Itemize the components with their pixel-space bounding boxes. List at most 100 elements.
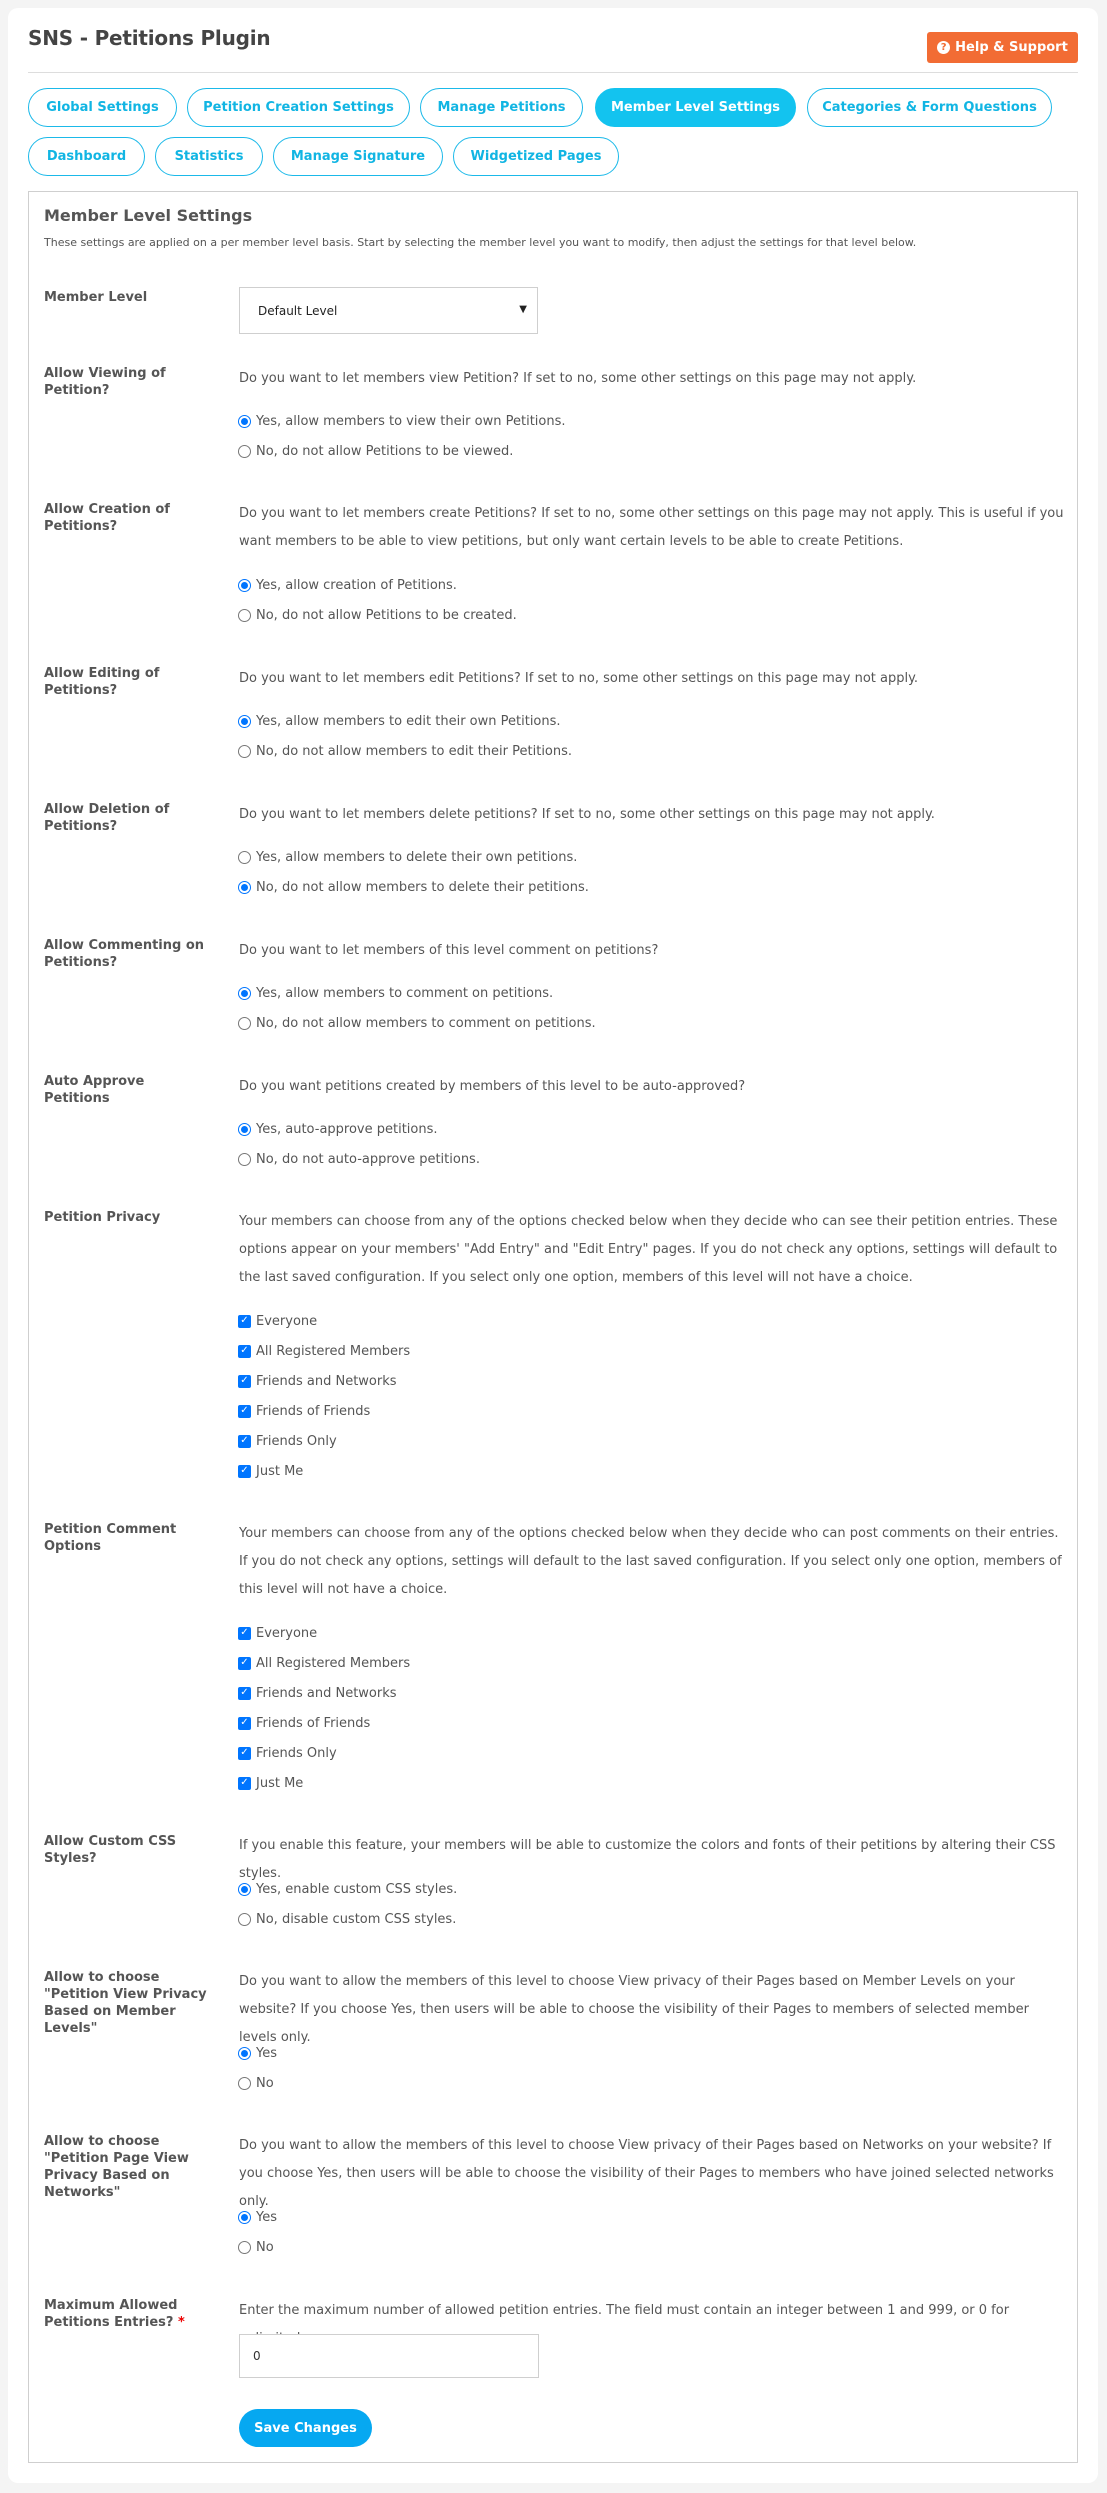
help-support-button[interactable]: ? Help & Support xyxy=(927,32,1078,63)
checkbox-checked-icon[interactable]: ✓ xyxy=(238,1464,251,1478)
radio-icon[interactable] xyxy=(238,1016,251,1030)
creation-description: Do you want to let members create Petiti… xyxy=(239,506,1064,549)
radio-selected-icon[interactable] xyxy=(238,578,251,592)
privacy-check-everyone[interactable]: ✓ Everyone xyxy=(238,1312,317,1330)
checkbox-checked-icon[interactable]: ✓ xyxy=(238,1746,251,1760)
tab-categories-form-questions[interactable]: Categories & Form Questions xyxy=(807,88,1052,127)
radio-selected-icon[interactable] xyxy=(238,2046,251,2060)
radio-selected-icon[interactable] xyxy=(238,880,251,894)
checkbox-checked-icon[interactable]: ✓ xyxy=(238,1626,251,1640)
comment-check-everyone[interactable]: ✓ Everyone xyxy=(238,1624,317,1642)
deletion-option-no[interactable]: No, do not allow members to delete their… xyxy=(238,878,589,896)
checkbox-checked-icon[interactable]: ✓ xyxy=(238,1344,251,1358)
deletion-description: Do you want to let members delete petiti… xyxy=(239,807,935,822)
custom-css-option-yes[interactable]: Yes, enable custom CSS styles. xyxy=(238,1880,457,1898)
option-label: No, do not allow Petitions to be viewed. xyxy=(256,443,514,459)
checkbox-checked-icon[interactable]: ✓ xyxy=(238,1434,251,1448)
member-level-select[interactable]: Default Level ▼ xyxy=(239,287,538,334)
commenting-option-yes[interactable]: Yes, allow members to comment on petitio… xyxy=(238,984,553,1002)
radio-selected-icon[interactable] xyxy=(238,1882,251,1896)
privacy-description: Your members can choose from any of the … xyxy=(239,1214,1058,1285)
viewing-option-no[interactable]: No, do not allow Petitions to be viewed. xyxy=(238,442,513,460)
radio-icon[interactable] xyxy=(238,2076,251,2090)
deletion-option-yes[interactable]: Yes, allow members to delete their own p… xyxy=(238,848,577,866)
question-circle-icon: ? xyxy=(937,41,951,54)
comment-check-friends-networks[interactable]: ✓ Friends and Networks xyxy=(238,1684,397,1702)
checkbox-checked-icon[interactable]: ✓ xyxy=(238,1776,251,1790)
viewing-option-yes[interactable]: Yes, allow members to view their own Pet… xyxy=(238,412,566,430)
tab-manage-petitions[interactable]: Manage Petitions xyxy=(420,88,583,127)
option-label: All Registered Members xyxy=(256,1655,411,1671)
checkbox-checked-icon[interactable]: ✓ xyxy=(238,1716,251,1730)
option-label: Yes, allow members to edit their own Pet… xyxy=(256,713,561,729)
radio-icon[interactable] xyxy=(238,1912,251,1926)
auto-approve-option-no[interactable]: No, do not auto-approve petitions. xyxy=(238,1150,480,1168)
editing-option-yes[interactable]: Yes, allow members to edit their own Pet… xyxy=(238,712,561,730)
view-privacy-networks-option-yes[interactable]: Yes xyxy=(238,2208,277,2226)
radio-icon[interactable] xyxy=(238,2240,251,2254)
comment-options-description: Your members can choose from any of the … xyxy=(239,1526,1062,1597)
privacy-check-just-me[interactable]: ✓ Just Me xyxy=(238,1462,303,1480)
max-entries-input[interactable]: 0 xyxy=(239,2334,539,2378)
checkbox-checked-icon[interactable]: ✓ xyxy=(238,1314,251,1328)
privacy-label: Petition Privacy xyxy=(44,1210,161,1225)
view-privacy-levels-description: Do you want to allow the members of this… xyxy=(239,1974,1029,2045)
commenting-description: Do you want to let members of this level… xyxy=(239,943,659,958)
required-mark: * xyxy=(177,2315,185,2330)
tab-petition-creation-settings[interactable]: Petition Creation Settings xyxy=(187,88,410,127)
creation-label: Allow Creation of Petitions? xyxy=(44,502,170,534)
comment-check-registered[interactable]: ✓ All Registered Members xyxy=(238,1654,410,1672)
view-privacy-networks-option-no[interactable]: No xyxy=(238,2238,274,2256)
tab-statistics[interactable]: Statistics xyxy=(155,137,263,176)
creation-option-no[interactable]: No, do not allow Petitions to be created… xyxy=(238,606,517,624)
privacy-check-friends-of-friends[interactable]: ✓ Friends of Friends xyxy=(238,1402,370,1420)
comment-check-friends-of-friends[interactable]: ✓ Friends of Friends xyxy=(238,1714,370,1732)
view-privacy-levels-option-yes[interactable]: Yes xyxy=(238,2044,277,2062)
view-privacy-levels-option-no[interactable]: No xyxy=(238,2074,274,2092)
editing-option-no[interactable]: No, do not allow members to edit their P… xyxy=(238,742,572,760)
checkbox-checked-icon[interactable]: ✓ xyxy=(238,1686,251,1700)
auto-approve-option-yes[interactable]: Yes, auto-approve petitions. xyxy=(238,1120,438,1138)
privacy-check-registered[interactable]: ✓ All Registered Members xyxy=(238,1342,410,1360)
checkbox-checked-icon[interactable]: ✓ xyxy=(238,1656,251,1670)
radio-icon[interactable] xyxy=(238,1152,251,1166)
tab-manage-signature[interactable]: Manage Signature xyxy=(273,137,443,176)
creation-option-yes[interactable]: Yes, allow creation of Petitions. xyxy=(238,576,457,594)
option-label: No, do not allow members to comment on p… xyxy=(256,1015,596,1031)
option-label: All Registered Members xyxy=(256,1343,411,1359)
tab-global-settings[interactable]: Global Settings xyxy=(28,88,177,127)
comment-check-just-me[interactable]: ✓ Just Me xyxy=(238,1774,303,1792)
save-changes-button[interactable]: Save Changes xyxy=(239,2409,372,2447)
checkbox-checked-icon[interactable]: ✓ xyxy=(238,1404,251,1418)
radio-selected-icon[interactable] xyxy=(238,414,251,428)
radio-icon[interactable] xyxy=(238,444,251,458)
option-label: Friends and Networks xyxy=(256,1373,397,1389)
radio-selected-icon[interactable] xyxy=(238,986,251,1000)
auto-approve-description: Do you want petitions created by members… xyxy=(239,1079,746,1094)
custom-css-option-no[interactable]: No, disable custom CSS styles. xyxy=(238,1910,456,1928)
radio-selected-icon[interactable] xyxy=(238,1122,251,1136)
radio-icon[interactable] xyxy=(238,850,251,864)
comment-check-friends-only[interactable]: ✓ Friends Only xyxy=(238,1744,337,1762)
radio-icon[interactable] xyxy=(238,608,251,622)
option-label: Yes, allow members to view their own Pet… xyxy=(256,413,566,429)
tab-dashboard[interactable]: Dashboard xyxy=(28,137,145,176)
checkbox-checked-icon[interactable]: ✓ xyxy=(238,1374,251,1388)
option-label: No xyxy=(256,2075,274,2091)
commenting-option-no[interactable]: No, do not allow members to comment on p… xyxy=(238,1014,596,1032)
option-label: Friends Only xyxy=(256,1433,337,1449)
page-title: SNS - Petitions Plugin xyxy=(28,26,271,50)
viewing-description: Do you want to let members view Petition… xyxy=(239,371,917,386)
radio-selected-icon[interactable] xyxy=(238,2210,251,2224)
privacy-check-friends-networks[interactable]: ✓ Friends and Networks xyxy=(238,1372,397,1390)
radio-selected-icon[interactable] xyxy=(238,714,251,728)
option-label: Everyone xyxy=(256,1313,318,1329)
radio-icon[interactable] xyxy=(238,744,251,758)
max-entries-label-text: Maximum Allowed Petitions Entries? xyxy=(44,2298,178,2330)
option-label: Friends and Networks xyxy=(256,1685,397,1701)
header-divider xyxy=(28,72,1078,73)
privacy-check-friends-only[interactable]: ✓ Friends Only xyxy=(238,1432,337,1450)
option-label: Yes, auto-approve petitions. xyxy=(256,1121,438,1137)
tab-widgetized-pages[interactable]: Widgetized Pages xyxy=(453,137,619,176)
tab-member-level-settings[interactable]: Member Level Settings xyxy=(595,88,796,127)
